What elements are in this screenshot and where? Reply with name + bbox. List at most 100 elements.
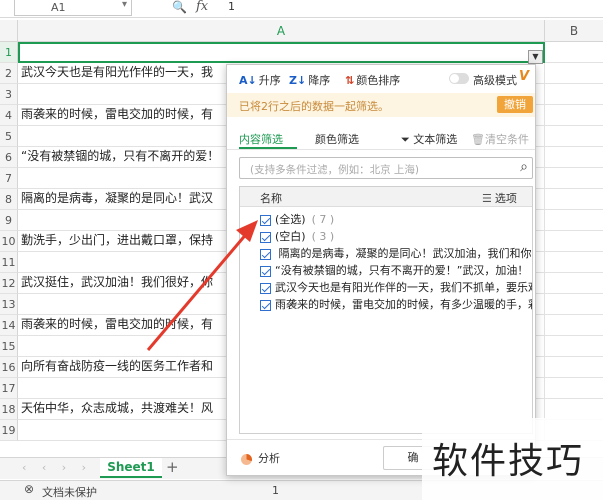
filter-list-item[interactable]: 武汉今天也是有阳光作伴的一天，我们不抓单，要乐观: [260, 279, 532, 296]
select-all-corner[interactable]: [0, 20, 18, 42]
cell[interactable]: [545, 231, 603, 252]
add-sheet-icon[interactable]: +: [166, 458, 179, 476]
row-header[interactable]: 7: [0, 168, 18, 189]
shield-icon: ⊗: [24, 482, 35, 496]
sheet-nav-arrows[interactable]: ‹ ‹ › ›: [22, 461, 92, 474]
list-header-name: 名称: [260, 192, 282, 205]
watermark: 软件技巧: [422, 418, 603, 500]
formula-input[interactable]: 1: [228, 0, 235, 13]
cell[interactable]: [545, 84, 603, 105]
cell[interactable]: [545, 273, 603, 294]
filter-list-item[interactable]: “没有被禁锢的城，只有不离开的爱！”武汉，加油！: [260, 262, 528, 279]
cell[interactable]: [545, 336, 603, 357]
search-icon[interactable]: ⌕: [520, 159, 528, 175]
cell[interactable]: [545, 315, 603, 336]
checkbox[interactable]: [260, 214, 271, 226]
tab-color-filter[interactable]: 颜色筛选: [315, 131, 359, 147]
row-header[interactable]: 15: [0, 336, 18, 357]
search-placeholder: (支持多条件过滤，例如：北京 上海): [250, 164, 420, 176]
row-header[interactable]: 9: [0, 210, 18, 231]
trash-icon: 🗑: [471, 133, 485, 146]
row-header[interactable]: 11: [0, 252, 18, 273]
color-sort-button[interactable]: ⇅ 颜色排序: [345, 72, 400, 88]
sort-asc-button[interactable]: A↓ 升序: [239, 72, 281, 88]
cell[interactable]: [545, 42, 603, 63]
options-label: 选项: [494, 192, 517, 205]
filter-value-list[interactable]: 名称 ☰ 选项 (全选) ( 7 ) (空白) ( 3 ) 隔离的是病毒，凝聚的是同心！…: [239, 186, 533, 434]
sort-asc-icon: A↓: [239, 74, 257, 87]
analysis-label: 分析: [258, 452, 280, 465]
row-header[interactable]: 3: [0, 84, 18, 105]
advanced-mode-toggle[interactable]: [449, 73, 469, 84]
row-header[interactable]: 5: [0, 126, 18, 147]
zoom-search-icon[interactable]: 🔍: [172, 0, 187, 14]
selected-cell[interactable]: [18, 42, 545, 63]
filter-list-item[interactable]: (全选) ( 7 ): [260, 211, 334, 228]
page-indicator: 1: [272, 484, 279, 497]
cell[interactable]: [545, 357, 603, 378]
chevron-down-icon[interactable]: ▾: [122, 0, 127, 10]
item-count: ( 3 ): [311, 230, 335, 243]
fx-label[interactable]: fx: [196, 0, 208, 14]
cell[interactable]: [545, 378, 603, 399]
sheet-tab[interactable]: Sheet1: [100, 458, 162, 478]
sort-desc-button[interactable]: Z↓ 降序: [289, 72, 330, 88]
pie-chart-icon: [241, 453, 252, 465]
checkbox[interactable]: [260, 231, 271, 243]
row-header[interactable]: 10: [0, 231, 18, 252]
funnel-icon: ⏷: [401, 133, 414, 146]
row-header[interactable]: 4: [0, 105, 18, 126]
cell[interactable]: [545, 147, 603, 168]
color-sort-label: 颜色排序: [356, 74, 401, 87]
cell[interactable]: [545, 252, 603, 273]
cell[interactable]: [545, 105, 603, 126]
checkbox[interactable]: [260, 282, 271, 294]
row-header[interactable]: 12: [0, 273, 18, 294]
cell[interactable]: [545, 189, 603, 210]
formula-bar: A1 ▾ 🔍 fx 1: [0, 0, 603, 18]
row-header[interactable]: 2: [0, 63, 18, 84]
filter-list-item[interactable]: (空白) ( 3 ): [260, 228, 334, 245]
row-header[interactable]: 18: [0, 399, 18, 420]
column-header-a[interactable]: A: [18, 20, 545, 42]
options-button[interactable]: ☰ 选项: [482, 190, 517, 206]
checkbox[interactable]: [260, 265, 271, 277]
cell[interactable]: [545, 126, 603, 147]
row-header[interactable]: 13: [0, 294, 18, 315]
checkbox[interactable]: [260, 248, 271, 260]
filter-dropdown-button[interactable]: ▼: [528, 50, 543, 64]
row-header[interactable]: 17: [0, 378, 18, 399]
row-header[interactable]: 6: [0, 147, 18, 168]
column-header-b[interactable]: B: [545, 20, 603, 42]
row-header[interactable]: 14: [0, 315, 18, 336]
analysis-button[interactable]: 分析: [241, 450, 280, 466]
filter-list-item[interactable]: 雨袭来的时候，雷电交加的时候，有多少温暖的手，彩: [260, 296, 532, 313]
undo-button[interactable]: 撤销: [497, 96, 533, 113]
filter-list-item[interactable]: 隔离的是病毒，凝聚的是同心！武汉加油，我们和你们: [260, 245, 532, 262]
protection-status[interactable]: 文档未保护: [42, 484, 97, 500]
item-label: “没有被禁锢的城，只有不离开的爱！”武汉，加油！: [275, 264, 529, 277]
sort-desc-label: 降序: [308, 74, 331, 87]
text-filter-button[interactable]: ⏷ 文本筛选: [401, 131, 457, 147]
clear-conditions-button[interactable]: 🗑清空条件: [471, 131, 529, 147]
list-header: 名称 ☰ 选项: [240, 187, 532, 207]
cell[interactable]: [545, 399, 603, 420]
tab-content-filter[interactable]: 内容筛选: [239, 131, 283, 147]
cell[interactable]: [545, 168, 603, 189]
row-header[interactable]: 1: [0, 42, 18, 63]
item-count: ( 7 ): [311, 213, 335, 226]
divider: [227, 149, 535, 150]
item-label: (全选): [275, 213, 306, 226]
clear-conditions-label: 清空条件: [484, 133, 529, 146]
vip-icon: V: [519, 69, 530, 84]
row-header[interactable]: 19: [0, 420, 18, 441]
filter-search-input[interactable]: (支持多条件过滤，例如：北京 上海) ⌕: [239, 157, 533, 179]
row-header[interactable]: 8: [0, 189, 18, 210]
cell[interactable]: [545, 294, 603, 315]
cell[interactable]: [545, 63, 603, 84]
name-box[interactable]: A1 ▾: [14, 0, 132, 16]
cell[interactable]: [545, 210, 603, 231]
checkbox[interactable]: [260, 299, 271, 311]
row-header[interactable]: 16: [0, 357, 18, 378]
filter-toolbar: A↓ 升序 Z↓ 降序 ⇅ 颜色排序 高级模式 V: [227, 65, 535, 93]
